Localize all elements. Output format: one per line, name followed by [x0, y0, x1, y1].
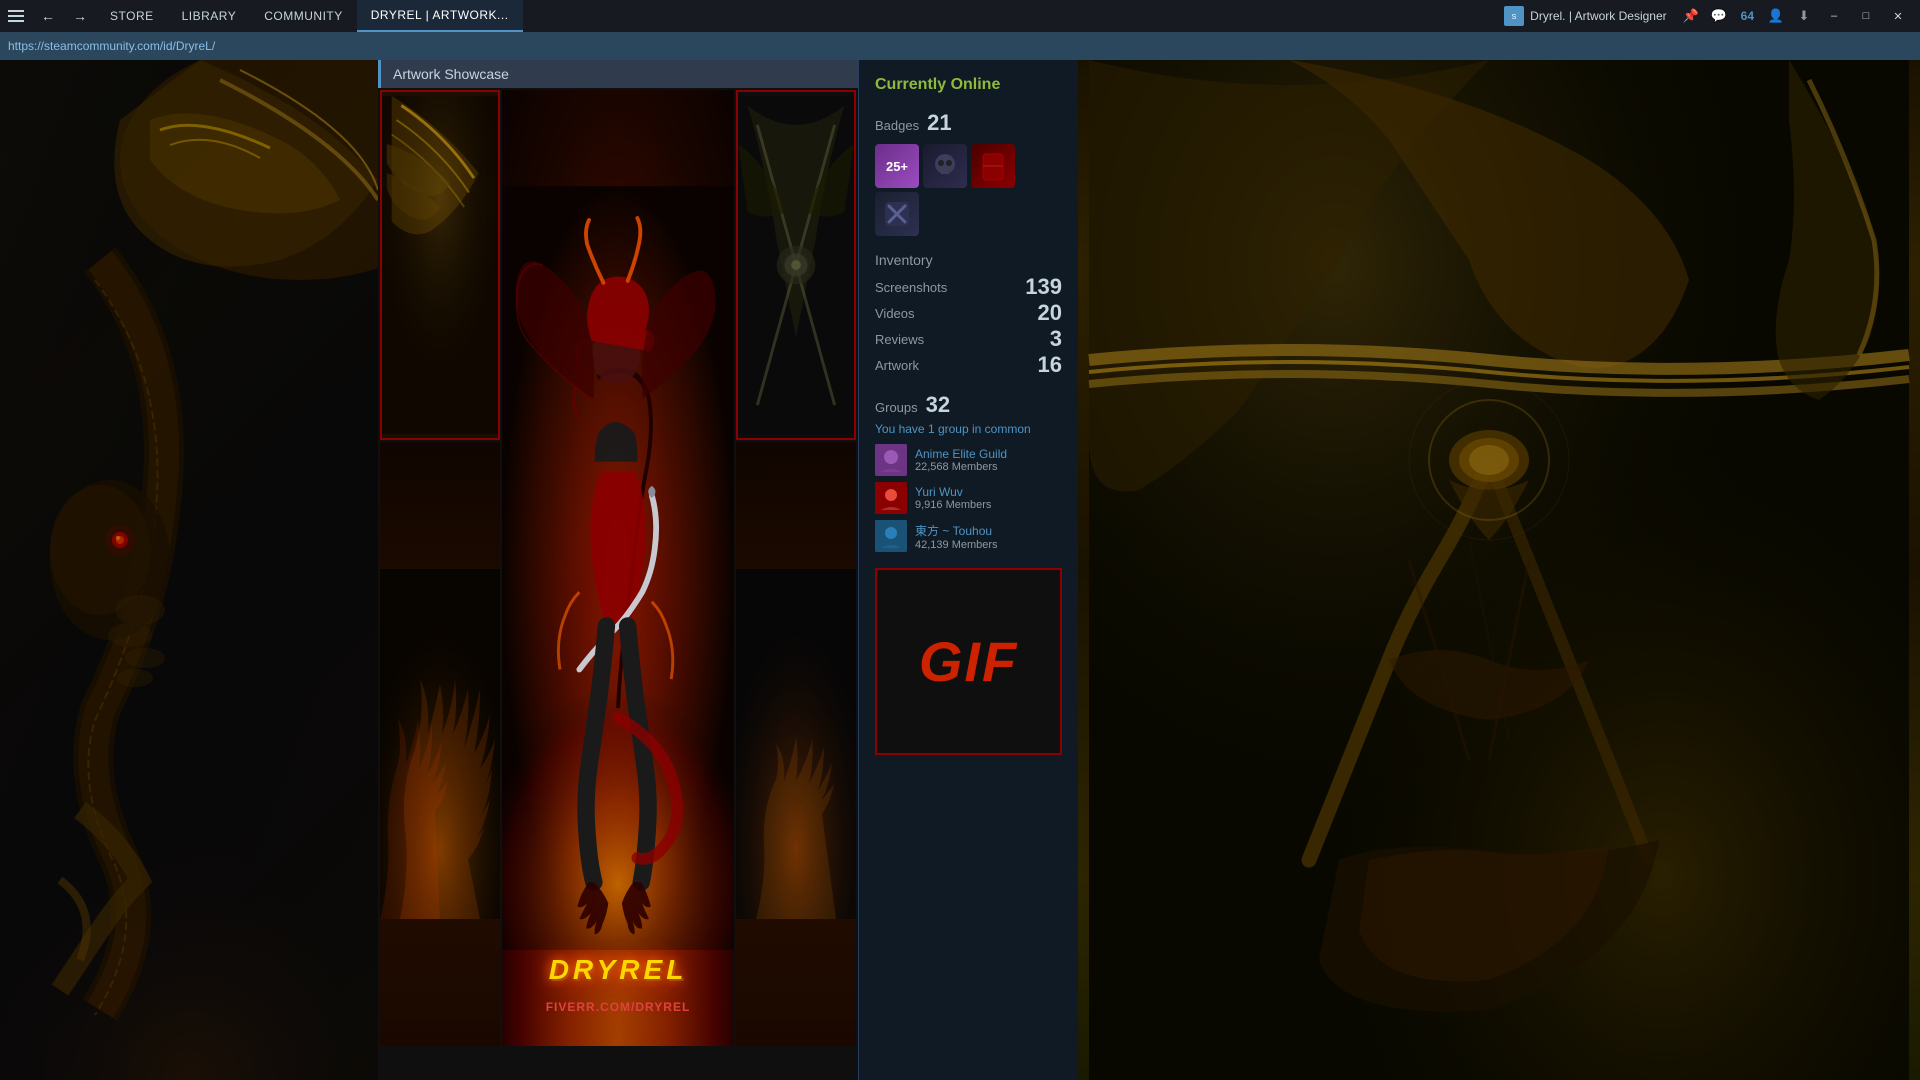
group-info-anime: Anime Elite Guild 22,568 Members [915, 447, 1062, 473]
reviews-value: 3 [1050, 328, 1062, 350]
screenshots-value: 139 [1025, 276, 1062, 298]
fiverr-link: FIVERR.COM/DRYREL [546, 1000, 691, 1014]
titlebar-menu: ← → STORE LIBRARY COMMUNITY DRYREL | ART… [0, 0, 523, 32]
group-item-yuri[interactable]: Yuri Wuv 9,916 Members [875, 482, 1062, 514]
inventory-section: Inventory Screenshots 139 Videos 20 Revi… [875, 252, 1062, 376]
chat-icon[interactable]: 💬 [1707, 4, 1731, 28]
main-content: Artwork Showcase [0, 60, 1920, 1080]
artwork-grid: DRYREL FIVERR.COM/DRYREL [378, 88, 858, 1048]
nav-active-tab[interactable]: DRYREL | ARTWORK... [357, 0, 523, 32]
showcase-title: Artwork Showcase [393, 66, 509, 82]
group-avatar-yuri [875, 482, 907, 514]
group-name-touhou: 東方 ~ Touhou [915, 522, 1062, 539]
badge-count: 64 [1741, 9, 1754, 23]
common-suffix: in common [972, 422, 1031, 436]
group-info-touhou: 東方 ~ Touhou 42,139 Members [915, 522, 1062, 551]
address-input[interactable] [8, 39, 308, 53]
groups-header: Groups 32 [875, 392, 1062, 418]
user-icon[interactable]: 👤 [1764, 4, 1788, 28]
gif-box[interactable]: GIF [875, 568, 1062, 755]
artwork-row: Artwork 16 [875, 354, 1062, 376]
group-members-touhou: 42,139 Members [915, 539, 1062, 551]
artwork-cell-bottom-right[interactable] [736, 442, 856, 1046]
main-character-art: DRYREL FIVERR.COM/DRYREL [502, 90, 734, 1046]
reviews-label: Reviews [875, 332, 924, 347]
artwork-value: 16 [1038, 354, 1062, 376]
group-avatar-anime [875, 444, 907, 476]
badge-crossed[interactable] [875, 192, 919, 236]
group-name-anime: Anime Elite Guild [915, 447, 1062, 461]
steam-icon: S [1504, 6, 1524, 26]
maximize-button[interactable]: □ [1852, 6, 1880, 26]
pin-icon[interactable]: 📌 [1679, 4, 1703, 28]
inventory-title: Inventory [875, 252, 1062, 268]
common-count: 1 group [928, 422, 972, 436]
titlebar: ← → STORE LIBRARY COMMUNITY DRYREL | ART… [0, 0, 1920, 32]
videos-row: Videos 20 [875, 302, 1062, 324]
group-item-touhou[interactable]: 東方 ~ Touhou 42,139 Members [875, 520, 1062, 552]
common-prefix: You have [875, 422, 925, 436]
dragon-artwork [0, 60, 378, 1080]
group-members-yuri: 9,916 Members [915, 499, 1062, 511]
groups-label: Groups [875, 400, 918, 415]
groups-count: 32 [926, 392, 950, 418]
group-name-yuri: Yuri Wuv [915, 485, 1062, 499]
screenshots-row: Screenshots 139 [875, 276, 1062, 298]
common-groups-text: You have 1 group in common [875, 422, 1062, 436]
nav-store[interactable]: STORE [96, 0, 168, 32]
left-panel [0, 60, 378, 1080]
artwork-label: Artwork [875, 358, 919, 373]
badges-count: Badges 21 [875, 110, 1062, 136]
notification-badge[interactable]: 64 [1735, 9, 1760, 23]
minimize-button[interactable]: – [1820, 6, 1848, 26]
badges-section: Badges 21 25+ [875, 110, 1062, 236]
badge-skull[interactable] [923, 144, 967, 188]
back-button[interactable]: ← [32, 0, 64, 32]
badge-icons-row: 25+ [875, 144, 1062, 236]
badge-years[interactable]: 25+ [875, 144, 919, 188]
videos-label: Videos [875, 306, 915, 321]
badges-number: 21 [927, 110, 951, 136]
dryrel-watermark: DRYREL [549, 954, 688, 986]
artwork-showcase-header: Artwork Showcase [378, 60, 858, 88]
screenshots-label: Screenshots [875, 280, 947, 295]
artwork-cell-main[interactable]: DRYREL FIVERR.COM/DRYREL [502, 90, 734, 1046]
app-title: Dryrel. | Artwork Designer [1530, 9, 1666, 23]
address-bar [0, 32, 1920, 60]
artwork-cell-top-left[interactable] [380, 90, 500, 440]
nav-library[interactable]: LIBRARY [168, 0, 251, 32]
download-icon[interactable]: ⬇ [1792, 4, 1816, 28]
online-status: Currently Online [875, 76, 1062, 94]
videos-value: 20 [1038, 302, 1062, 324]
artwork-cell-bottom-left[interactable] [380, 442, 500, 1046]
hamburger-icon[interactable] [0, 0, 32, 32]
app-info: S Dryrel. | Artwork Designer [1496, 6, 1674, 26]
forward-button[interactable]: → [64, 0, 96, 32]
far-right-artwork [1078, 60, 1920, 1080]
center-panel: Artwork Showcase [378, 60, 858, 1080]
badge-red-card[interactable] [971, 144, 1015, 188]
group-item-anime[interactable]: Anime Elite Guild 22,568 Members [875, 444, 1062, 476]
group-info-yuri: Yuri Wuv 9,916 Members [915, 485, 1062, 511]
nav-community[interactable]: COMMUNITY [250, 0, 357, 32]
far-right-panel [1078, 60, 1920, 1080]
titlebar-right: S Dryrel. | Artwork Designer 📌 💬 64 👤 ⬇ … [1496, 4, 1920, 28]
group-members-anime: 22,568 Members [915, 461, 1062, 473]
close-button[interactable]: ✕ [1884, 6, 1912, 26]
right-panel: Currently Online Badges 21 25+ [858, 60, 1078, 1080]
group-avatar-touhou [875, 520, 907, 552]
groups-section: Groups 32 You have 1 group in common Ani [875, 392, 1062, 552]
reviews-row: Reviews 3 [875, 328, 1062, 350]
badges-label: Badges [875, 118, 919, 133]
svg-text:S: S [1512, 14, 1517, 21]
gif-label: GIF [919, 629, 1018, 694]
artwork-cell-top-right[interactable] [736, 90, 856, 440]
